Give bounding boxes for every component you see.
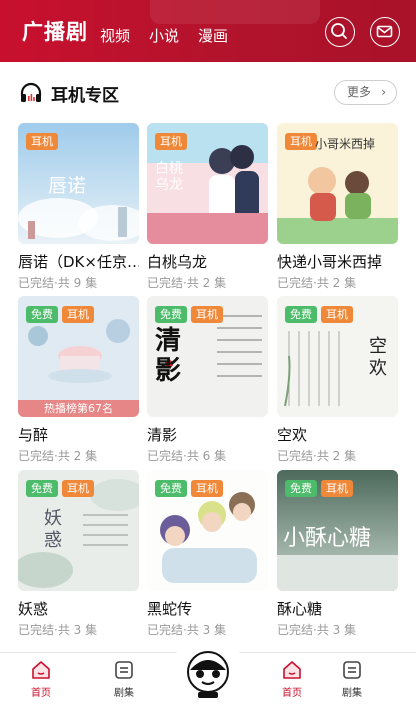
card-title: 黑蛇传: [147, 600, 193, 618]
earphone-badge: 耳机: [191, 306, 223, 323]
card-meta: 已完结·共 3 集: [18, 623, 98, 637]
nav-home-label: 首页: [282, 688, 302, 699]
home-icon: [283, 661, 301, 679]
more-button[interactable]: 更多 ›: [334, 80, 397, 105]
card-title: 白桃乌龙: [147, 253, 208, 271]
more-label: 更多: [347, 85, 372, 99]
card-title: 与醉: [18, 426, 49, 444]
card-title: 快递小哥米西掉: [277, 253, 383, 271]
earphone-badge: 耳机: [285, 133, 317, 150]
cover-image[interactable]: 免费 耳机 小酥心糖: [277, 470, 398, 591]
cover-title: 唇诺: [48, 175, 87, 197]
card-meta: 已完结·共 2 集: [277, 276, 357, 290]
card-title: 妖惑: [18, 600, 49, 618]
card-title: 空欢: [277, 426, 308, 444]
card-meta: 已完结·共 2 集: [18, 449, 98, 463]
tab-comic[interactable]: 漫画: [198, 25, 228, 46]
nav-home[interactable]: 首页: [11, 659, 71, 699]
free-badge: 免费: [155, 306, 187, 323]
free-badge: 免费: [26, 306, 58, 323]
card-title: 清影: [147, 426, 178, 444]
cover-title: 白桃乌龙: [155, 161, 183, 193]
headphones-icon: [20, 82, 42, 102]
earphone-badge: 耳机: [321, 306, 353, 323]
header-banner-decoration: [150, 0, 320, 24]
nav-series-label: 剧集: [114, 688, 134, 699]
free-badge: 免费: [285, 480, 317, 497]
earphone-badge: 耳机: [321, 480, 353, 497]
mascot-icon[interactable]: [180, 646, 236, 702]
cover-image[interactable]: 免费 耳机 妖惑: [18, 470, 139, 591]
cover-image[interactable]: 免费 耳机 空欢: [277, 296, 398, 417]
earphone-badge: 耳机: [62, 480, 94, 497]
cover-title: 小酥心糖: [283, 526, 372, 551]
card-meta: 已完结·共 2 集: [147, 276, 227, 290]
free-badge: 免费: [26, 480, 58, 497]
top-header: 广播剧 视频 小说 漫画: [0, 0, 416, 62]
card-meta: 已完结·共 9 集: [18, 276, 98, 290]
nav-home[interactable]: 首页: [262, 659, 322, 699]
brand-title[interactable]: 广播剧: [22, 16, 88, 46]
free-badge: 免费: [155, 480, 187, 497]
tab-video[interactable]: 视频: [100, 25, 130, 46]
earphone-badge: 耳机: [62, 306, 94, 323]
nav-series[interactable]: 剧集: [322, 659, 382, 699]
cover-title: 清影: [155, 326, 182, 386]
chevron-right-icon: ›: [381, 85, 386, 99]
earphone-badge: 耳机: [155, 133, 187, 150]
cover-title: 空欢: [369, 336, 387, 379]
earphone-badge: 耳机: [191, 480, 223, 497]
card-meta: 已完结·共 6 集: [147, 449, 227, 463]
home-icon: [32, 661, 50, 679]
free-badge: 免费: [285, 306, 317, 323]
tab-novel[interactable]: 小说: [149, 25, 179, 46]
cover-title: 小哥米西掉: [315, 137, 376, 151]
cover-image[interactable]: 耳机 白桃乌龙: [147, 123, 268, 244]
cover-image[interactable]: 免费 耳机: [147, 470, 268, 591]
cover-title: 妖惑: [44, 508, 62, 551]
rank-ribbon: 热播榜第67名: [18, 400, 139, 417]
search-icon: [331, 23, 347, 39]
nav-series-label: 剧集: [342, 688, 362, 699]
section-title: 耳机专区: [51, 86, 119, 106]
cover-image[interactable]: 耳机 唇诺: [18, 123, 139, 244]
list-icon: [343, 661, 361, 679]
cover-image[interactable]: 耳机 小哥米西掉: [277, 123, 398, 244]
cover-image[interactable]: 免费 耳机 清影: [147, 296, 268, 417]
message-button[interactable]: [370, 17, 400, 47]
card-meta: 已完结·共 2 集: [277, 449, 357, 463]
card-title: 唇诺（DK×任京…: [18, 253, 139, 271]
mail-icon: [376, 25, 393, 38]
card-title: 酥心糖: [277, 600, 323, 618]
list-icon: [115, 661, 133, 679]
card-meta: 已完结·共 3 集: [147, 623, 227, 637]
search-button[interactable]: [325, 17, 355, 47]
earphone-badge: 耳机: [26, 133, 58, 150]
card-meta: 已完结·共 3 集: [277, 623, 357, 637]
nav-series[interactable]: 剧集: [94, 659, 154, 699]
cover-image[interactable]: 免费 耳机 热播榜第67名: [18, 296, 139, 417]
nav-home-label: 首页: [31, 688, 51, 699]
